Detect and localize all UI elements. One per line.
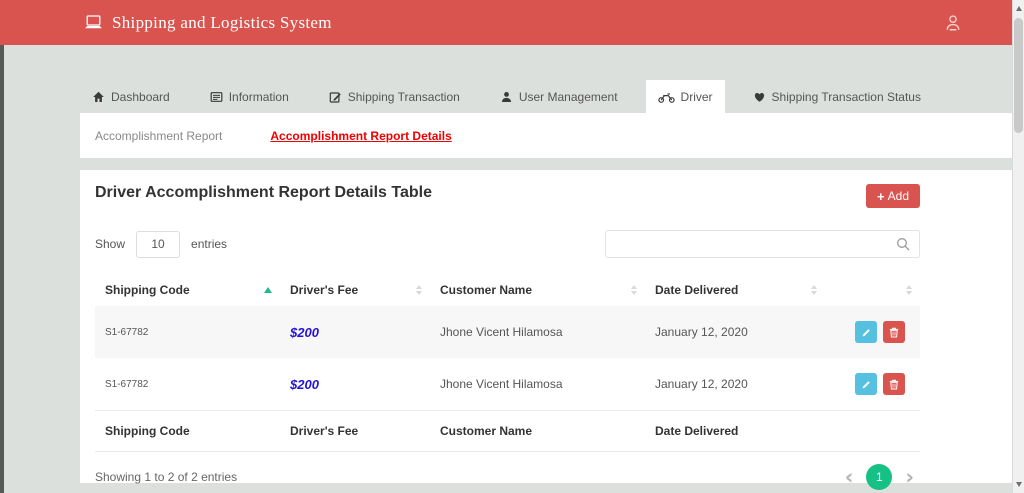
content-panel: Driver Accomplishment Report Details Tab… — [80, 170, 1012, 490]
cell-drivers-fee: $200 — [290, 376, 319, 392]
tab-label: Information — [228, 89, 289, 104]
tab-user-management[interactable]: User Management — [488, 80, 630, 113]
main-navigation: Dashboard Information Shipping Transacti… — [80, 80, 1012, 113]
report-details-table: Shipping Code Driver's Fee Customer Name… — [95, 274, 920, 452]
footer-customer-name: Customer Name — [430, 410, 645, 452]
delete-button[interactable] — [883, 321, 905, 343]
trash-icon — [889, 379, 899, 389]
tab-label: Dashboard — [111, 89, 170, 104]
cell-shipping-code: S1-67782 — [105, 378, 149, 390]
sort-both-icon — [631, 285, 637, 295]
app-header: Shipping and Logistics System — [0, 0, 1012, 45]
search-input[interactable] — [606, 231, 919, 257]
scroll-down-arrow-icon[interactable] — [1015, 482, 1022, 487]
scroll-up-arrow-icon[interactable] — [1015, 6, 1022, 11]
tab-dashboard[interactable]: Dashboard — [80, 80, 182, 113]
add-button[interactable]: + Add — [866, 184, 920, 208]
user-profile-icon[interactable] — [944, 14, 962, 32]
laptop-icon — [84, 15, 103, 30]
sort-asc-icon — [264, 287, 272, 293]
cell-customer-name: Jhone Vicent Hilamosa — [440, 377, 563, 391]
column-header-actions[interactable] — [825, 274, 920, 306]
cell-actions — [825, 358, 920, 411]
subnav-accomplishment-report[interactable]: Accomplishment Report — [95, 129, 222, 143]
tab-driver[interactable]: Driver — [645, 80, 725, 113]
sort-both-icon — [906, 285, 912, 295]
entries-summary: Showing 1 to 2 of 2 entries — [95, 470, 238, 484]
scrollbar-thumb[interactable] — [1014, 18, 1023, 133]
search-box — [605, 230, 920, 258]
sort-both-icon — [811, 285, 817, 295]
footer-actions — [825, 410, 920, 452]
column-label: Date Delivered — [655, 283, 739, 297]
edit-button[interactable] — [855, 373, 877, 395]
cell-drivers-fee: $200 — [290, 324, 319, 340]
column-header-date-delivered[interactable]: Date Delivered — [645, 274, 825, 306]
heart-icon — [754, 92, 764, 102]
tab-label: Shipping Transaction Status — [771, 89, 921, 104]
cell-date-delivered: January 12, 2020 — [655, 325, 748, 339]
footer-date-delivered: Date Delivered — [645, 410, 825, 452]
chevron-left-icon[interactable]: ‹ — [845, 466, 854, 488]
pencil-icon — [862, 380, 870, 388]
cell-actions — [825, 306, 920, 358]
entries-label: entries — [191, 237, 228, 251]
delete-button[interactable] — [883, 373, 905, 395]
sub-navigation: Accomplishment Report Accomplishment Rep… — [80, 113, 1012, 158]
tab-label: Driver — [680, 89, 713, 104]
tab-label: Shipping Transaction — [347, 89, 460, 104]
table-row: S1-67782 $200 Jhone Vicent Hilamosa Janu… — [95, 358, 920, 411]
sort-both-icon — [416, 285, 422, 295]
column-label: Shipping Code — [105, 283, 190, 297]
motorcycle-icon — [657, 92, 675, 103]
cell-customer-name: Jhone Vicent Hilamosa — [440, 325, 563, 339]
edit-square-icon — [329, 91, 341, 103]
column-label: Driver's Fee — [290, 283, 359, 297]
info-card-icon — [210, 91, 223, 102]
user-icon — [501, 91, 511, 102]
vertical-scrollbar[interactable] — [1012, 0, 1024, 493]
app-title: Shipping and Logistics System — [112, 12, 332, 32]
table-footer-row: Shipping Code Driver's Fee Customer Name… — [95, 410, 920, 452]
column-label: Customer Name — [440, 283, 533, 297]
tab-shipping-transaction[interactable]: Shipping Transaction — [317, 80, 472, 113]
window-edge — [0, 0, 4, 493]
add-button-label: Add — [887, 189, 909, 203]
subnav-accomplishment-report-details[interactable]: Accomplishment Report Details — [270, 129, 451, 143]
page-number-button[interactable]: 1 — [866, 464, 893, 490]
table-row: S1-67782 $200 Jhone Vicent Hilamosa Janu… — [95, 306, 920, 358]
tab-information[interactable]: Information — [198, 80, 301, 113]
edit-button[interactable] — [855, 321, 877, 343]
page-title: Driver Accomplishment Report Details Tab… — [95, 184, 432, 201]
plus-icon: + — [877, 188, 885, 204]
entries-count-input[interactable] — [136, 230, 181, 258]
home-icon — [93, 91, 104, 102]
cell-date-delivered: January 12, 2020 — [655, 377, 748, 391]
pencil-icon — [862, 328, 870, 336]
column-header-shipping-code[interactable]: Shipping Code — [95, 274, 280, 306]
column-header-drivers-fee[interactable]: Driver's Fee — [280, 274, 430, 306]
chevron-right-icon[interactable]: › — [905, 466, 914, 488]
search-icon — [896, 237, 911, 257]
table-header-row: Shipping Code Driver's Fee Customer Name… — [95, 274, 920, 306]
show-label: Show — [95, 237, 126, 251]
pagination: ‹ 1 › — [845, 464, 920, 490]
tab-label: User Management — [518, 89, 618, 104]
footer-shipping-code: Shipping Code — [95, 410, 280, 452]
footer-drivers-fee: Driver's Fee — [280, 410, 430, 452]
show-entries-control: Show entries — [95, 230, 228, 258]
tab-shipping-transaction-status[interactable]: Shipping Transaction Status — [741, 80, 933, 113]
column-header-customer-name[interactable]: Customer Name — [430, 274, 645, 306]
trash-icon — [889, 327, 899, 337]
cell-shipping-code: S1-67782 — [105, 326, 149, 338]
